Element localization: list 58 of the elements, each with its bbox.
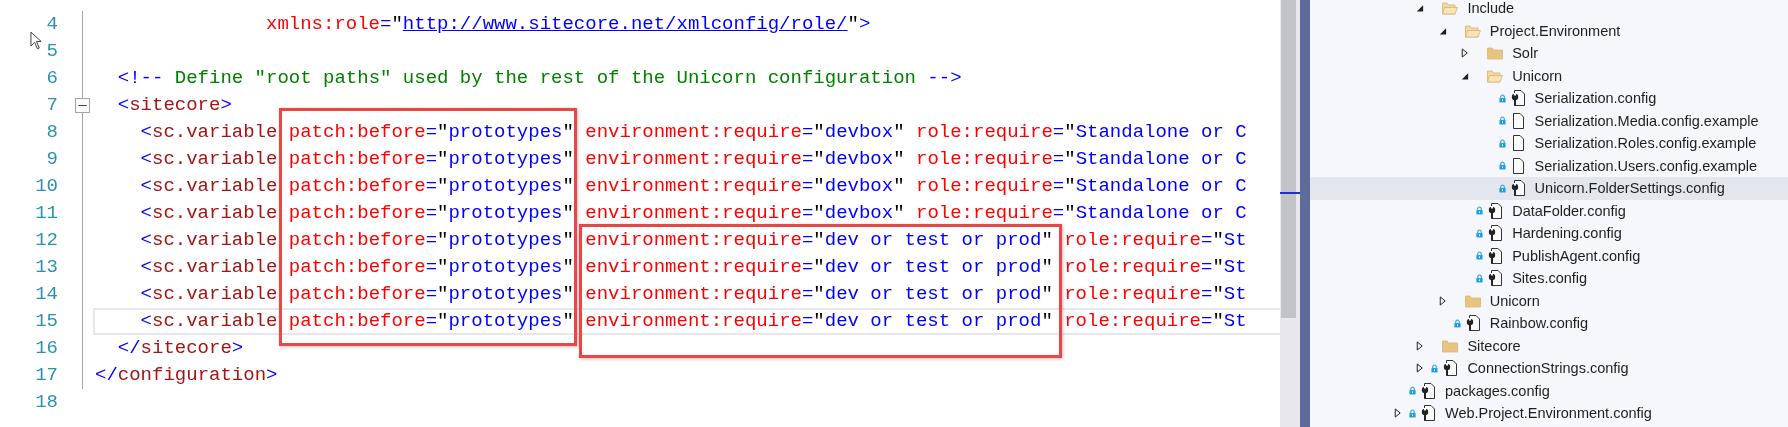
line-number: 12 [35, 228, 58, 253]
tree-item[interactable]: Include [1310, 0, 1788, 20]
tree-item[interactable]: Serialization.Media.config.example [1310, 109, 1788, 132]
collapsed-arrow-icon[interactable] [1437, 295, 1447, 306]
code-line: </configuration> [95, 364, 278, 386]
tree-item[interactable]: ConnectionStrings.config [1310, 357, 1788, 380]
code-line: <sc.variable patch:before="prototypes" environment:require="devbox" role:require="Standalone or C [140, 121, 1247, 143]
expanded-arrow-icon[interactable] [1415, 3, 1425, 14]
tree-item[interactable]: Serialization.Roles.config.example [1310, 132, 1788, 155]
code-line: </sitecore> [117, 337, 244, 359]
cursor-icon [30, 31, 43, 50]
line-number: 13 [35, 255, 58, 280]
line-number: 6 [46, 66, 58, 91]
line-number: 8 [46, 120, 58, 145]
line-number: 9 [46, 147, 58, 172]
code-line: <sc.variable patch:before="prototypes" environment:require="devbox" role:require="Standalone or C [140, 202, 1247, 224]
collapsed-arrow-icon[interactable] [1415, 340, 1425, 351]
tree-item[interactable]: Unicorn.FolderSettings.config [1310, 177, 1788, 200]
line-number: 16 [35, 336, 58, 361]
line-number: 10 [35, 174, 58, 199]
code-line: <sc.variable patch:before="prototypes" environment:require="devbox" role:require="Standalone or C [140, 148, 1247, 170]
caret-marker [1280, 192, 1300, 194]
line-number: 14 [35, 282, 58, 307]
tree-item[interactable]: Sitecore [1310, 334, 1788, 357]
scrollbar[interactable] [1280, 0, 1297, 427]
collapsed-arrow-icon[interactable] [1393, 408, 1402, 419]
tree-item[interactable]: Project.Environment [1310, 19, 1788, 42]
line-number: 17 [35, 363, 58, 388]
tree-item[interactable]: Sites.config [1310, 267, 1788, 290]
tree-item[interactable]: Web.Project.Environment.config [1310, 402, 1788, 425]
tree-item[interactable]: Solr [1310, 42, 1788, 65]
collapse-icon[interactable] [75, 98, 90, 113]
tree-item[interactable]: Hardening.config [1310, 222, 1788, 245]
collapsed-arrow-icon[interactable] [1415, 363, 1425, 374]
line-number: 15 [35, 309, 58, 334]
line-number: 11 [35, 201, 58, 226]
code-line: <sc.variable patch:before="prototypes" environment:require="dev or test or prod" role:require="St [140, 229, 1247, 251]
scrollbar-thumb[interactable] [1281, 0, 1296, 318]
line-number: 7 [46, 93, 58, 118]
code-line: <sc.variable patch:before="prototypes" environment:require="dev or test or prod" role:require="St [140, 283, 1247, 305]
line-number: 4 [46, 12, 58, 37]
tree-item[interactable]: Serialization.config [1310, 87, 1788, 110]
tree-item[interactable]: Unicorn [1310, 289, 1788, 312]
code-line: <!-- Define "root paths" used by the rest of the Unicorn configuration --> [117, 67, 962, 89]
line-number: 18 [35, 390, 58, 415]
code-line: <sc.variable patch:before="prototypes" environment:require="devbox" role:require="Standalone or C [140, 175, 1247, 197]
tree-item[interactable]: Unicorn [1310, 64, 1788, 87]
tree-item[interactable]: Serialization.Users.config.example [1310, 154, 1788, 177]
tree-item[interactable]: PublishAgent.config [1310, 244, 1788, 267]
code-line: <sc.variable patch:before="prototypes" environment:require="dev or test or prod" role:require="St [140, 310, 1247, 332]
tree-item[interactable]: packages.config [1310, 379, 1788, 402]
code-line: <sc.variable patch:before="prototypes" environment:require="dev or test or prod" role:require="St [140, 256, 1247, 278]
tree-item[interactable]: Rainbow.config [1310, 312, 1788, 335]
code-line: xmlns:role="http://www.sitecore.net/xmlconfig/role/"> [266, 13, 871, 35]
collapsed-arrow-icon[interactable] [1460, 48, 1470, 59]
line-number: 5 [46, 39, 58, 64]
tree-item[interactable]: DataFolder.config [1310, 199, 1788, 222]
code-line: <sitecore> [117, 94, 232, 116]
